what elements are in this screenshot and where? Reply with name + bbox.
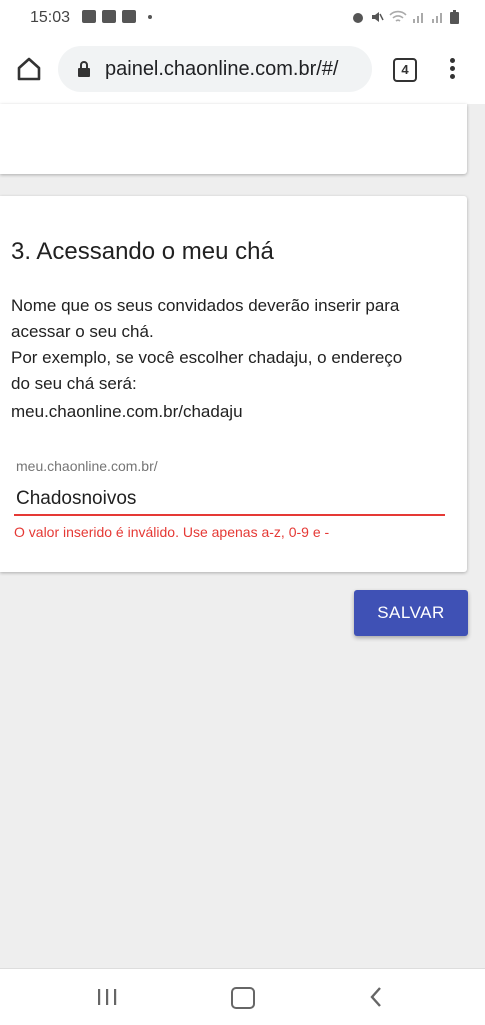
slug-field-label: meu.chaonline.com.br/: [16, 458, 158, 474]
system-icons: [351, 10, 459, 24]
signal-icon: [432, 13, 442, 23]
status-time: 15:03: [30, 9, 71, 26]
section-title: 3. Acessando o meu chá: [11, 238, 274, 265]
youtube-icon: [122, 10, 136, 23]
notification-icons: [82, 10, 152, 23]
lock-icon: [78, 61, 90, 77]
back-icon[interactable]: [368, 986, 384, 1008]
wifi-icon: [389, 10, 407, 22]
mute-icon: [372, 12, 384, 22]
url-text: painel.chaonline.com.br/#/: [105, 58, 339, 80]
battery-icon: [450, 10, 459, 24]
dot-icon: [148, 14, 152, 19]
slug-input[interactable]: [16, 484, 444, 514]
description-line: acessar o seu chá.: [11, 322, 154, 341]
description-line: Por exemplo, se você escolher chadaju, o…: [11, 348, 403, 367]
example-url: meu.chaonline.com.br/chadaju: [11, 402, 243, 421]
save-button[interactable]: SALVAR: [354, 590, 468, 636]
home-button-icon[interactable]: [231, 987, 255, 1009]
browser-toolbar: painel.chaonline.com.br/#/ 4: [0, 36, 485, 104]
alarm-icon: [353, 13, 363, 23]
description-line: Nome que os seus convidados deverão inse…: [11, 296, 400, 315]
status-bar: 15:03: [0, 0, 485, 36]
home-icon[interactable]: [14, 54, 44, 84]
navigation-bar: [0, 968, 485, 1025]
browser-menu-icon[interactable]: [446, 58, 458, 82]
image-icon: [82, 10, 96, 23]
previous-section-card: [0, 104, 467, 174]
slug-error-message: O valor inserido é inválido. Use apenas …: [14, 524, 330, 540]
tab-switcher-button[interactable]: 4: [393, 58, 417, 82]
description-line: do seu chá será:: [11, 374, 137, 393]
slug-input-underline: [14, 514, 445, 516]
address-bar[interactable]: painel.chaonline.com.br/#/: [58, 46, 372, 92]
facebook-icon: [102, 10, 116, 23]
recent-apps-icon[interactable]: [96, 988, 118, 1006]
signal-icon: [413, 13, 423, 23]
